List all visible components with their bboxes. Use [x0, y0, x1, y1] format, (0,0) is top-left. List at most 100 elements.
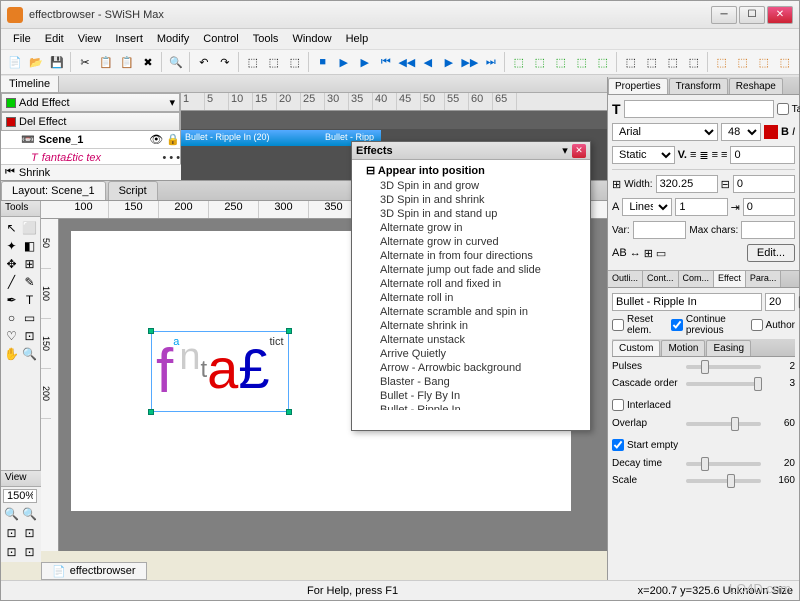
effect-item[interactable]: Alternate roll and fixed in	[356, 277, 586, 291]
menu-view[interactable]: View	[72, 31, 108, 47]
group-icon[interactable]: ⬚	[621, 51, 641, 73]
edit-button[interactable]: Edit...	[747, 244, 795, 262]
redo-icon[interactable]: ↷	[215, 51, 235, 73]
component-tool-icon[interactable]: ⊡	[21, 327, 38, 344]
text-object[interactable]: f a n t a £ t i c t	[151, 331, 289, 412]
tool-icon[interactable]: ⬚	[285, 51, 305, 73]
pulses-slider[interactable]	[686, 365, 761, 369]
align-right-icon[interactable]: ≡	[712, 149, 718, 161]
menu-help[interactable]: Help	[340, 31, 375, 47]
effect-item[interactable]: 3D Spin in and stand up	[356, 207, 586, 221]
zoom-in-icon[interactable]: 🔍	[3, 505, 20, 522]
static-select[interactable]: Static	[612, 146, 675, 164]
lines-input[interactable]	[675, 198, 727, 216]
fwd-icon[interactable]: ▶▶	[460, 51, 480, 73]
overlap-slider[interactable]	[686, 422, 761, 426]
cut-icon[interactable]: ✂	[75, 51, 95, 73]
delete-icon[interactable]: ✖	[138, 51, 158, 73]
end-icon[interactable]: ⏭	[481, 51, 501, 73]
rect-tool-icon[interactable]: ▭	[21, 309, 38, 326]
margin-icon[interactable]: ⊟	[721, 178, 730, 191]
step-back-icon[interactable]: ◀	[418, 51, 438, 73]
effect-item[interactable]: Blaster - Bang	[356, 375, 586, 389]
insert-icon[interactable]: ⬚	[530, 51, 550, 73]
group-icon[interactable]: ⬚	[642, 51, 662, 73]
minimize-button[interactable]: ─	[711, 6, 737, 24]
target-checkbox[interactable]	[777, 103, 789, 115]
var-input[interactable]	[633, 221, 687, 239]
effect-item[interactable]: Alternate in from four directions	[356, 249, 586, 263]
components-tab[interactable]: Com...	[679, 271, 715, 287]
properties-tab[interactable]: Properties	[608, 78, 668, 94]
custom-tab[interactable]: Custom	[612, 340, 660, 356]
lines-select[interactable]: Lines	[622, 198, 672, 216]
fit-icon[interactable]: ⊡	[21, 524, 38, 541]
del-effect-button[interactable]: Del Effect	[1, 112, 180, 131]
bold-button[interactable]: B	[781, 126, 789, 138]
interlaced-checkbox[interactable]	[612, 399, 624, 411]
insert-icon[interactable]: ⬚	[509, 51, 529, 73]
motion-tab[interactable]: Motion	[661, 340, 705, 356]
reshape-tool-icon[interactable]: ✦	[3, 237, 20, 254]
fit-icon[interactable]: ⊡	[21, 543, 38, 560]
name-input[interactable]	[624, 100, 774, 118]
maximize-button[interactable]: ☐	[739, 6, 765, 24]
pencil-tool-icon[interactable]: ✎	[21, 273, 38, 290]
timeline-scene-row[interactable]: 📼 Scene_1👁 🔒	[1, 131, 180, 149]
italic-button[interactable]: I	[792, 126, 795, 138]
vector-button[interactable]: V.	[678, 149, 687, 161]
fill-tool-icon[interactable]: ◧	[21, 237, 38, 254]
text-tool-icon[interactable]: T	[21, 291, 38, 308]
effect-item[interactable]: Arrive Quietly	[356, 347, 586, 361]
play-icon[interactable]: ▶	[334, 51, 354, 73]
effect-item[interactable]: Alternate grow in	[356, 221, 586, 235]
scale-slider[interactable]	[686, 479, 761, 483]
decay-slider[interactable]	[686, 462, 761, 466]
color-icon[interactable]	[764, 125, 778, 139]
params-tab[interactable]: Para...	[746, 271, 782, 287]
close-button[interactable]: ✕	[767, 6, 793, 24]
align-tool-icon[interactable]: ⊞	[21, 255, 38, 272]
effects-menu-icon[interactable]: ▾	[558, 144, 572, 158]
align-justify-icon[interactable]: ≡	[721, 149, 727, 161]
embed-icon[interactable]: ⊞	[644, 247, 653, 260]
export-icon[interactable]: ⬚	[733, 51, 753, 73]
tool-icon[interactable]: ⬚	[264, 51, 284, 73]
timeline-effect[interactable]: Bullet - Ripple In (20)	[181, 130, 321, 146]
effect-item[interactable]: 3D Spin in and grow	[356, 179, 586, 193]
reshape-tab[interactable]: Reshape	[729, 78, 783, 94]
effect-item[interactable]: Alternate jump out fade and slide	[356, 263, 586, 277]
group-icon[interactable]: ⬚	[663, 51, 683, 73]
effect-item[interactable]: 3D Spin in and shrink	[356, 193, 586, 207]
effect-name-input[interactable]	[612, 293, 762, 311]
menu-modify[interactable]: Modify	[151, 31, 195, 47]
effect-item[interactable]: Bullet - Fly By In	[356, 389, 586, 403]
pen-tool-icon[interactable]: ✒	[3, 291, 20, 308]
align-center-icon[interactable]: ≣	[699, 149, 708, 162]
char-icon[interactable]: AB	[612, 247, 627, 259]
effects-list[interactable]: ⊟ Appear into position 3D Spin in and gr…	[352, 160, 590, 410]
effect-item[interactable]: Alternate roll in	[356, 291, 586, 305]
select-tool-icon[interactable]: ↖	[3, 219, 20, 236]
width-input[interactable]	[656, 175, 718, 193]
content-tab[interactable]: Cont...	[643, 271, 679, 287]
effect-item[interactable]: Alternate unstack	[356, 333, 586, 347]
copy-icon[interactable]: 📋	[96, 51, 116, 73]
effect-item[interactable]: Alternate scramble and spin in	[356, 305, 586, 319]
font-select[interactable]: Arial	[612, 123, 718, 141]
menu-edit[interactable]: Edit	[39, 31, 70, 47]
menu-tools[interactable]: Tools	[247, 31, 285, 47]
zoom-tool-icon[interactable]: 🔍	[21, 345, 38, 362]
autoshape-tool-icon[interactable]: ♡	[3, 327, 20, 344]
step-fwd-icon[interactable]: ▶	[439, 51, 459, 73]
paste-icon[interactable]: 📋	[117, 51, 137, 73]
open-icon[interactable]: 📂	[26, 51, 46, 73]
zoom-out-icon[interactable]: 🔍	[21, 505, 38, 522]
size-select[interactable]: 48	[721, 123, 761, 141]
effect-tab[interactable]: Effect	[714, 271, 746, 287]
menu-control[interactable]: Control	[197, 31, 244, 47]
indent2-input[interactable]	[743, 198, 795, 216]
layout-tab[interactable]: Layout: Scene_1	[1, 181, 106, 200]
easing-tab[interactable]: Easing	[706, 340, 751, 356]
fit-icon[interactable]: ⊡	[3, 543, 20, 560]
